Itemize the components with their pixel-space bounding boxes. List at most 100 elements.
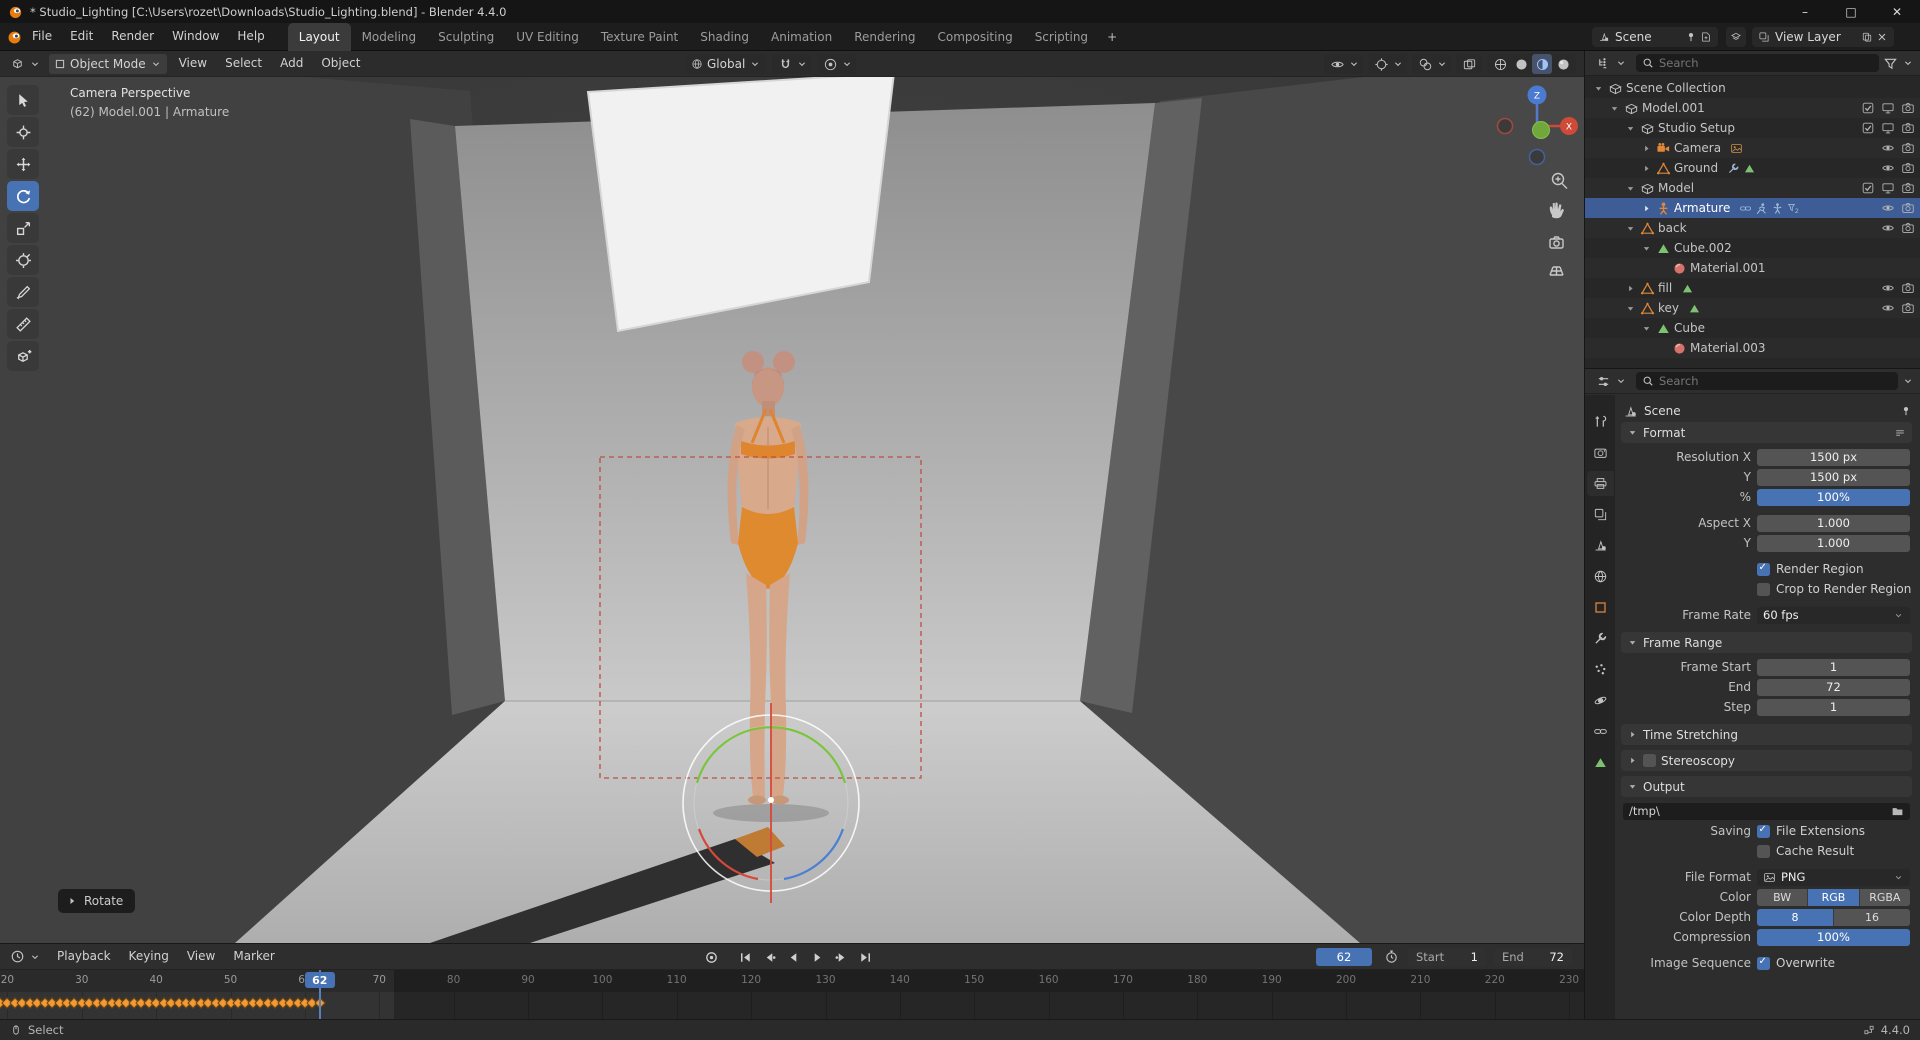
checkbox-file-extensions[interactable] [1757,824,1770,838]
check-ol-icon[interactable] [1861,101,1875,115]
shading-material-icon[interactable] [1532,54,1552,74]
workspace-tab-modeling[interactable]: Modeling [351,23,428,51]
outliner-row-model[interactable]: Model [1585,178,1920,198]
chevron-down-icon[interactable] [1348,58,1360,70]
play-button[interactable] [806,947,828,967]
eye-icon[interactable] [1881,201,1895,215]
eye-icon[interactable] [1881,301,1895,315]
pin-icon[interactable] [1685,31,1697,43]
expander-icon[interactable] [1639,243,1653,254]
camera-r-icon[interactable] [1901,281,1915,295]
expander-icon[interactable] [1639,323,1653,334]
viewport-menu-select[interactable]: Select [216,53,271,74]
outliner-editor-type-button[interactable] [1591,53,1632,73]
expander-icon[interactable] [1591,83,1605,94]
slider-x[interactable]: 100% [1757,488,1910,506]
outliner-search-input[interactable] [1659,56,1873,70]
new-scene-icon[interactable] [1700,31,1712,43]
option-rgba[interactable]: RGBA [1859,888,1910,906]
camera-r-icon[interactable] [1901,141,1915,155]
check-ol-icon[interactable] [1861,121,1875,135]
workspace-tab-animation[interactable]: Animation [760,23,843,51]
shading-wireframe-icon[interactable] [1490,54,1510,74]
properties-tab-world[interactable] [1587,564,1614,589]
axis-minus-z[interactable] [1528,148,1546,166]
outliner-row-camera[interactable]: Camera [1585,138,1920,158]
properties-tab-object[interactable] [1587,595,1614,620]
shading-solid-icon[interactable] [1511,54,1531,74]
properties-tab-tool[interactable] [1587,409,1614,434]
field-step[interactable]: 1 [1757,698,1910,716]
tool-measure[interactable] [7,309,39,339]
mode-selector[interactable]: Object Mode [49,53,167,74]
xray-toggle[interactable] [1456,54,1482,74]
dropdown-file-format[interactable]: PNG [1757,868,1910,886]
monitor-icon[interactable] [1881,101,1895,115]
copy-icon[interactable] [1861,31,1873,43]
properties-tab-constraints[interactable] [1587,719,1614,744]
expander-icon[interactable] [1639,143,1653,154]
field-resolution-x[interactable]: 1500 px [1757,448,1910,466]
stopwatch-icon[interactable] [1384,949,1399,964]
check-ol-icon[interactable] [1861,181,1875,195]
camera-r-icon[interactable] [1901,161,1915,175]
folder-icon[interactable] [1891,805,1904,818]
properties-tab-scene[interactable] [1587,533,1614,558]
field-y[interactable]: 1.000 [1757,534,1910,552]
snap-controls[interactable] [772,54,812,74]
pin-icon[interactable] [1900,405,1912,417]
properties-search-input[interactable] [1659,374,1892,388]
expander-icon[interactable] [1623,283,1637,294]
current-frame-field[interactable]: 62 [1316,948,1372,966]
properties-search[interactable] [1636,372,1898,390]
outliner-row-cube-002[interactable]: Cube.002 [1585,238,1920,258]
operator-panel[interactable]: Rotate [58,889,136,913]
expander-icon[interactable] [1639,163,1653,174]
workspace-tab-uv-editing[interactable]: UV Editing [505,23,590,51]
workspace-tab-texture-paint[interactable]: Texture Paint [590,23,689,51]
shading-rendered-icon[interactable] [1553,54,1573,74]
panel-header-time-stretching[interactable]: Time Stretching [1621,724,1912,745]
chevron-down-icon[interactable] [796,58,808,70]
tool-move[interactable] [7,149,39,179]
checkbox-crop-to-render-region[interactable] [1757,582,1770,596]
jump-to-end-button[interactable] [854,947,876,967]
option-rgb[interactable]: RGB [1808,888,1859,906]
add-workspace-button[interactable]: + [1099,23,1125,51]
maximize-button[interactable]: □ [1828,0,1874,23]
view-layer-selector[interactable]: View Layer [1752,27,1894,47]
expander-icon[interactable] [1623,183,1637,194]
viewport-menu-view[interactable]: View [170,53,216,74]
field-aspect-x[interactable]: 1.000 [1757,514,1910,532]
tool-transform[interactable] [7,245,39,275]
workspace-tab-shading[interactable]: Shading [689,23,760,51]
viewport-menu-object[interactable]: Object [312,53,369,74]
workspace-tab-rendering[interactable]: Rendering [843,23,926,51]
output-path-field[interactable]: /tmp\ [1623,802,1910,820]
slider-compression[interactable]: 100% [1757,928,1910,946]
show-gizmo-icon[interactable] [1371,54,1391,74]
option-16[interactable]: 16 [1834,908,1910,926]
camera-r-icon[interactable] [1901,221,1915,235]
view-layer-toggle[interactable] [1726,27,1746,47]
outliner-row-ground[interactable]: Ground [1585,158,1920,178]
tool-scale[interactable] [7,213,39,243]
checkbox-render-region[interactable] [1757,562,1770,576]
outliner-row-material-003[interactable]: Material.003 [1585,338,1920,358]
editor-type-button[interactable] [5,54,46,74]
monitor-icon[interactable] [1881,121,1895,135]
jump-to-start-button[interactable] [734,947,756,967]
timeline-editor-type-button[interactable] [5,947,46,967]
camera-r-icon[interactable] [1901,201,1915,215]
tool-annotate[interactable] [7,277,39,307]
eye-icon[interactable] [1881,141,1895,155]
field-end[interactable]: 72 [1757,678,1910,696]
xray-icon[interactable] [1459,54,1479,74]
play-reverse-button[interactable] [782,947,804,967]
field-frame-start[interactable]: 1 [1757,658,1910,676]
3d-viewport[interactable]: Z X Object Mode View Select Add Object G… [0,51,1584,943]
axis-y[interactable] [1532,121,1550,139]
frame-end-field[interactable]: End 72 [1494,948,1572,966]
visibility-controls[interactable] [1324,54,1363,74]
scene-3d[interactable]: Z X [0,51,1584,943]
